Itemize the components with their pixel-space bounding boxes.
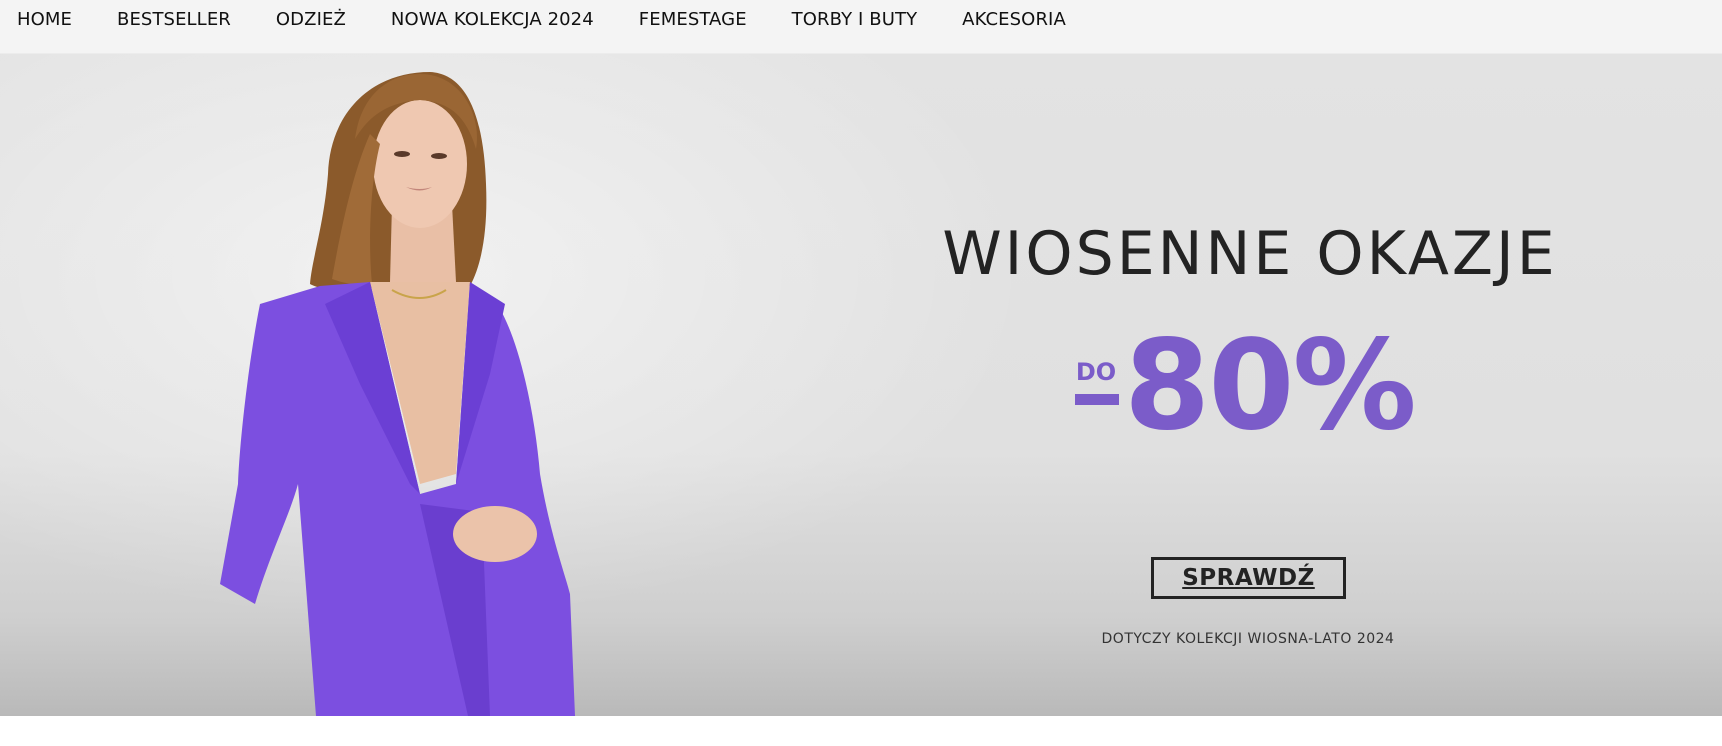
model-eye-right (431, 153, 447, 159)
nav-link-home[interactable]: HOME (17, 9, 72, 30)
nav-link-bestseller[interactable]: BESTSELLER (117, 9, 231, 30)
nav-item-odziez: ODZIEŻ (276, 9, 346, 30)
promo-footnote: DOTYCZY KOLEKCJI WIOSNA-LATO 2024 (1101, 631, 1395, 647)
nav-link-femestage[interactable]: FEMESTAGE (639, 9, 747, 30)
promo-block: WIOSENNE OKAZJE DO 80% (860, 219, 1640, 448)
discount-minus-sign (1075, 394, 1119, 405)
check-offer-button[interactable]: SPRAWDŹ (1151, 557, 1346, 599)
discount-badge: DO 80% (1072, 324, 1472, 454)
discount-prefix: DO (1075, 358, 1117, 386)
nav-menu: HOME BESTSELLER ODZIEŻ NOWA KOLEKCJA 202… (0, 0, 1722, 38)
promo-title: WIOSENNE OKAZJE (942, 219, 1558, 289)
nav-item-torby-i-buty: TORBY I BUTY (792, 9, 918, 30)
model-eye-left (394, 151, 410, 157)
nav-item-home: HOME (17, 9, 72, 30)
nav-item-akcesoria: AKCESORIA (962, 9, 1066, 30)
discount-value: 80% (1124, 314, 1417, 458)
nav-item-femestage: FEMESTAGE (639, 9, 747, 30)
nav-item-nowa-kolekcja: NOWA KOLEKCJA 2024 (391, 9, 594, 30)
main-navigation: HOME BESTSELLER ODZIEŻ NOWA KOLEKCJA 202… (0, 0, 1722, 54)
nav-item-bestseller: BESTSELLER (117, 9, 231, 30)
nav-link-odziez[interactable]: ODZIEŻ (276, 9, 346, 30)
hero-model-image (220, 72, 575, 716)
nav-link-akcesoria[interactable]: AKCESORIA (962, 9, 1066, 30)
hero-banner[interactable]: WIOSENNE OKAZJE DO 80% SPRAWDŹ DOTYCZY K… (0, 54, 1722, 716)
nav-link-nowa-kolekcja[interactable]: NOWA KOLEKCJA 2024 (391, 9, 594, 30)
nav-link-torby-i-buty[interactable]: TORBY I BUTY (792, 9, 918, 30)
model-face (373, 100, 467, 228)
model-hands (453, 506, 537, 562)
